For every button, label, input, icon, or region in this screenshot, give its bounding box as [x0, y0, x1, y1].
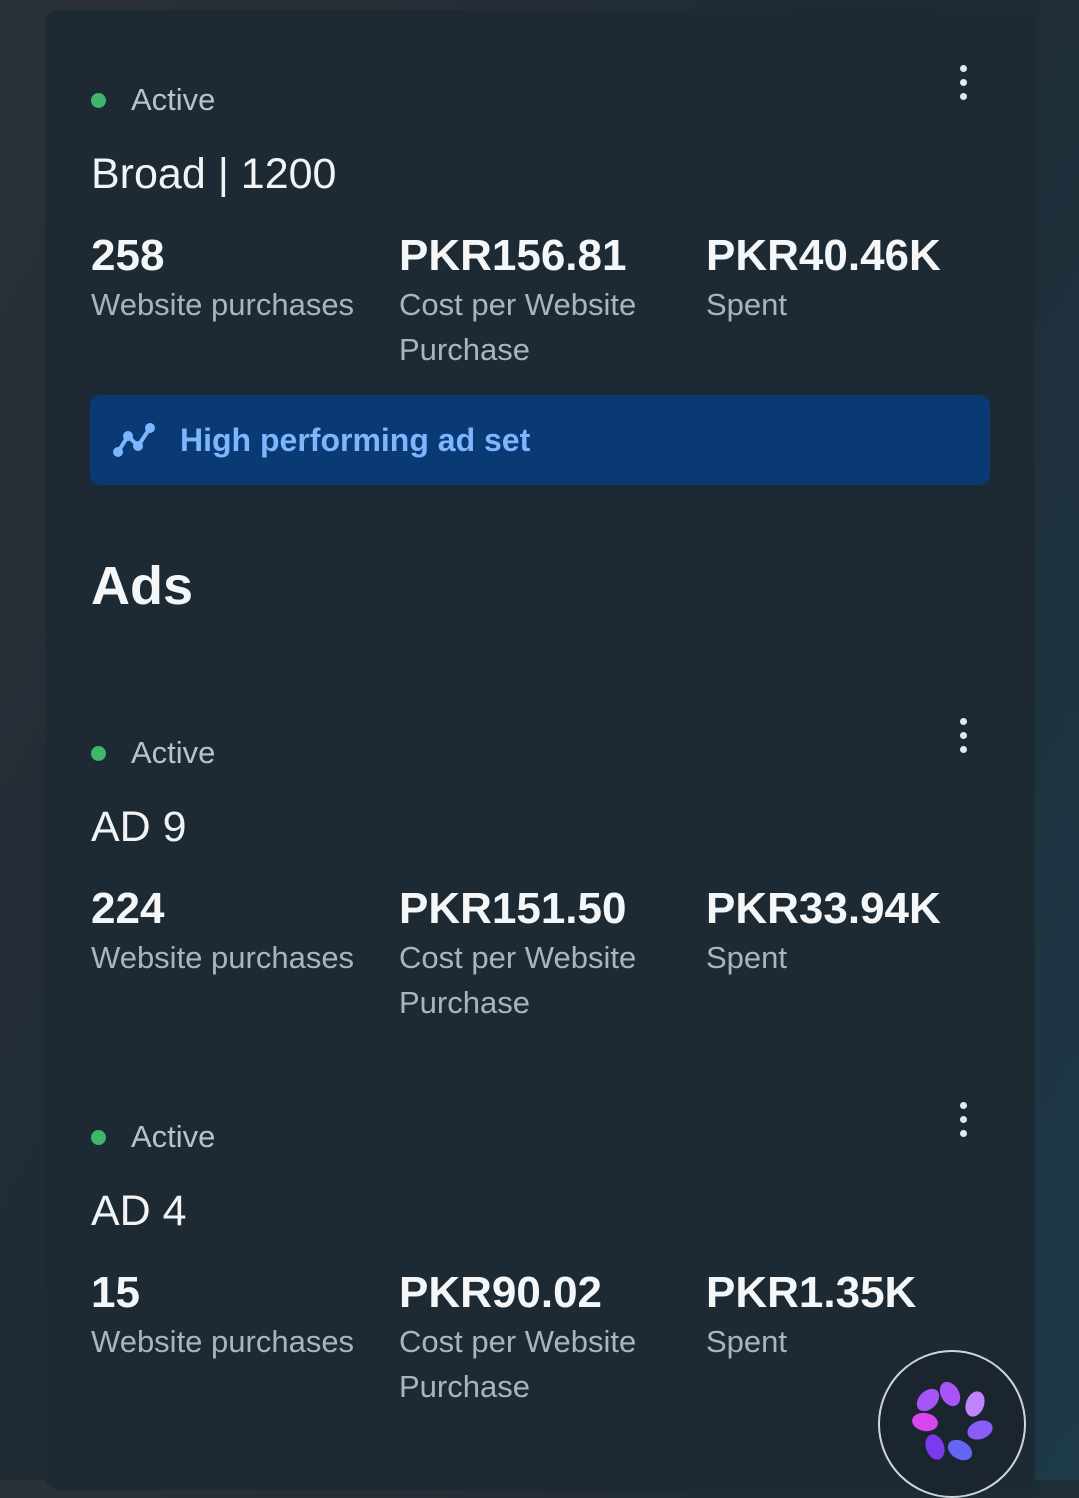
- more-options-button[interactable]: [948, 62, 978, 102]
- metric-value: 258: [91, 231, 165, 280]
- metric-label: Spent: [706, 287, 788, 322]
- more-vertical-icon: [959, 717, 967, 725]
- more-options-button[interactable]: [948, 715, 978, 755]
- metric-label: Cost per Website Purchase: [399, 287, 637, 367]
- metric-value: 224: [91, 884, 165, 933]
- more-vertical-icon: [959, 64, 967, 72]
- metric-label: Website purchases: [91, 287, 355, 322]
- ads-heading: Ads: [91, 556, 194, 616]
- badge-label: High performing ad set: [180, 421, 531, 458]
- ai-assistant-icon: [912, 1381, 993, 1461]
- metric-website-purchases: 258 Website purchases: [91, 230, 371, 327]
- ad-name: AD 9: [91, 803, 187, 851]
- metric-cost-per-purchase: PKR90.02 Cost per Website Purchase: [399, 1267, 689, 1409]
- metric-value: 15: [91, 1268, 140, 1317]
- more-options-button[interactable]: [948, 1099, 978, 1139]
- active-dot-icon: [91, 1129, 106, 1145]
- adset-panel: Active Broad | 1200 258 Website purchase…: [45, 10, 1035, 1490]
- metric-cost-per-purchase: PKR156.81 Cost per Website Purchase: [399, 230, 689, 372]
- high-performing-badge[interactable]: High performing ad set: [90, 395, 990, 485]
- metric-value: PKR33.94K: [706, 884, 941, 933]
- adset-name: Broad | 1200: [91, 150, 337, 198]
- status-label: Active: [131, 1119, 216, 1154]
- status-label: Active: [131, 735, 216, 770]
- metric-value: PKR1.35K: [706, 1268, 917, 1317]
- metric-website-purchases: 15 Website purchases: [91, 1267, 371, 1364]
- status-row: Active: [91, 82, 215, 118]
- status-row: Active: [91, 1119, 215, 1155]
- status-row: Active: [91, 735, 215, 771]
- metric-label: Website purchases: [91, 1324, 355, 1359]
- metric-label: Spent: [706, 940, 788, 975]
- metric-value: PKR151.50: [399, 884, 627, 933]
- metric-label: Cost per Website Purchase: [399, 940, 637, 1020]
- more-vertical-icon: [959, 1101, 967, 1109]
- ai-assistant-button[interactable]: [878, 1350, 1026, 1498]
- metric-value: PKR90.02: [399, 1268, 603, 1317]
- metric-label: Cost per Website Purchase: [399, 1324, 637, 1404]
- metric-value: PKR40.46K: [706, 231, 941, 280]
- metric-cost-per-purchase: PKR151.50 Cost per Website Purchase: [399, 883, 689, 1025]
- status-label: Active: [131, 82, 216, 117]
- metric-spent: PKR40.46K Spent: [706, 230, 996, 327]
- ad-name: AD 4: [91, 1187, 187, 1235]
- active-dot-icon: [91, 745, 106, 761]
- active-dot-icon: [91, 92, 106, 108]
- metric-label: Website purchases: [91, 940, 355, 975]
- metric-value: PKR156.81: [399, 231, 627, 280]
- trend-chart-icon: [113, 423, 155, 457]
- metric-spent: PKR33.94K Spent: [706, 883, 996, 980]
- metric-website-purchases: 224 Website purchases: [91, 883, 371, 980]
